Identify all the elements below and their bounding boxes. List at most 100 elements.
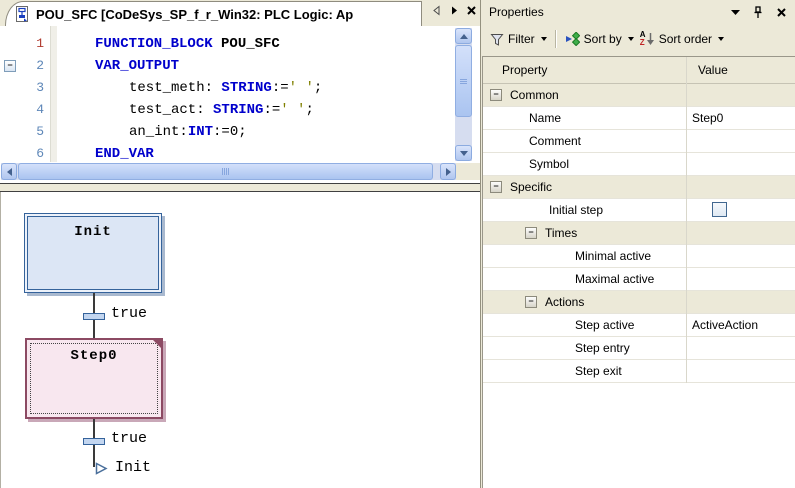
sort-by-icon: [565, 32, 580, 46]
line-number: 4: [18, 99, 44, 121]
filter-funnel-icon: [490, 33, 504, 46]
prop-label: Maximal active: [575, 272, 654, 286]
code-text: an_int:INT:=0;: [129, 121, 247, 143]
prop-label: Initial step: [549, 203, 603, 217]
tab-pou-sfc[interactable]: POU_SFC [CoDeSys_SP_f_r_Win32: PLC Logic…: [5, 1, 422, 26]
fold-collapse-icon[interactable]: −: [4, 60, 16, 72]
sfc-transition-1-label[interactable]: true: [111, 306, 147, 322]
code-line-3[interactable]: 3test_meth: STRING:=' ';: [0, 77, 450, 99]
prop-label: Specific: [510, 180, 552, 194]
properties-toolbar: Filter Sort by A Z: [481, 24, 795, 54]
prop-row-name[interactable]: NameStep0: [483, 107, 795, 130]
prop-label: Minimal active: [575, 249, 651, 263]
code-text: test_meth: STRING:=' ';: [129, 77, 322, 99]
prop-value[interactable]: Step0: [692, 111, 723, 125]
prop-label: Comment: [529, 134, 581, 148]
checkbox-initial-step[interactable]: [712, 202, 727, 217]
sfc-step-init[interactable]: Init: [24, 213, 162, 293]
sfc-transition-2-label[interactable]: true: [111, 431, 147, 447]
sfc-pou-icon: [14, 6, 30, 22]
prop-row-initial-step[interactable]: Initial step: [483, 199, 795, 222]
code-text: test_act: STRING:=' ';: [129, 99, 314, 121]
declaration-editor[interactable]: 1FUNCTION_BLOCK POU_SFC−2VAR_OUTPUT3test…: [0, 26, 480, 182]
sort-by-dropdown-caret: [628, 37, 634, 41]
collapse-icon-specific[interactable]: −: [490, 181, 502, 193]
horizontal-scroll-thumb[interactable]: [18, 163, 433, 180]
sfc-diagram-canvas[interactable]: Init true Step0 true Init: [0, 192, 479, 488]
tab-close-button[interactable]: [466, 5, 477, 16]
code-text: END_VAR: [95, 143, 154, 165]
editor-tab-bar: POU_SFC [CoDeSys_SP_f_r_Win32: PLC Logic…: [0, 0, 480, 26]
code-line-1[interactable]: 1FUNCTION_BLOCK POU_SFC: [0, 33, 450, 55]
sort-order-label: Sort order: [659, 32, 712, 46]
code-line-5[interactable]: 5 an_int:INT:=0;: [0, 121, 450, 143]
toolbar-separator: [555, 30, 557, 48]
sfc-connector-line: [93, 293, 95, 313]
prop-value[interactable]: ActiveAction: [692, 318, 758, 332]
prop-label: Step entry: [575, 341, 630, 355]
scrollbar-corner: [456, 163, 480, 180]
code-line-2[interactable]: −2VAR_OUTPUT: [0, 55, 450, 77]
prop-label: Times: [545, 226, 577, 240]
sort-order-dropdown-caret: [718, 37, 724, 41]
prop-row-symbol[interactable]: Symbol: [483, 153, 795, 176]
editor-horizontal-scrollbar[interactable]: [1, 163, 456, 180]
prop-row-step-active[interactable]: Step active ActiveAction: [483, 314, 795, 337]
scroll-right-button[interactable]: [440, 163, 456, 180]
column-divider[interactable]: [686, 57, 687, 383]
code-line-6[interactable]: 6END_VAR: [0, 143, 450, 165]
filter-label: Filter: [508, 32, 535, 46]
sfc-jump-arrow-icon[interactable]: [95, 462, 108, 475]
column-header-property[interactable]: Property: [502, 63, 547, 77]
tab-scroll-right-button[interactable]: [449, 5, 459, 16]
prop-row-specific[interactable]: −Specific: [483, 176, 795, 199]
sfc-transition-2[interactable]: [83, 438, 105, 445]
sfc-jump-target-label[interactable]: Init: [115, 460, 151, 476]
prop-row-step-exit[interactable]: Step exit: [483, 360, 795, 383]
editor-vertical-scrollbar[interactable]: [455, 28, 472, 161]
column-header-value[interactable]: Value: [698, 63, 728, 77]
scroll-left-button[interactable]: [1, 163, 17, 180]
prop-label: Common: [510, 88, 559, 102]
sfc-transition-1[interactable]: [83, 313, 105, 320]
sort-order-button[interactable]: A Z Sort order: [637, 30, 727, 49]
property-grid: Property Value −CommonNameStep0CommentSy…: [482, 56, 795, 488]
prop-row-minimal-active[interactable]: Minimal active: [483, 245, 795, 268]
sort-by-button[interactable]: Sort by: [562, 30, 637, 48]
properties-panel-header[interactable]: Properties: [481, 0, 795, 24]
prop-row-common[interactable]: −Common: [483, 84, 795, 107]
filter-dropdown-caret: [541, 37, 547, 41]
code-line-4[interactable]: 4 test_act: STRING:=' ';: [0, 99, 450, 121]
prop-row-maximal-active[interactable]: Maximal active: [483, 268, 795, 291]
property-grid-header[interactable]: Property Value: [483, 57, 795, 84]
action-corner-marker: [151, 338, 163, 350]
prop-label: Step exit: [575, 364, 622, 378]
prop-row-comment[interactable]: Comment: [483, 130, 795, 153]
editor-splitter-handle[interactable]: [0, 183, 480, 192]
code-text: FUNCTION_BLOCK POU_SFC: [95, 33, 280, 55]
sfc-step-init-label: Init: [74, 224, 112, 240]
scroll-down-button[interactable]: [455, 145, 472, 161]
prop-row-actions[interactable]: −Actions: [483, 291, 795, 314]
sfc-step-step0[interactable]: Step0: [25, 338, 163, 419]
collapse-icon-common[interactable]: −: [490, 89, 502, 101]
properties-panel: Properties Filter: [480, 0, 795, 488]
sort-by-label: Sort by: [584, 32, 622, 46]
prop-label: Step active: [575, 318, 634, 332]
scroll-up-button[interactable]: [455, 28, 472, 44]
close-icon[interactable]: [776, 7, 787, 18]
editor-pane: POU_SFC [CoDeSys_SP_f_r_Win32: PLC Logic…: [0, 0, 480, 488]
window-menu-icon[interactable]: [731, 9, 740, 15]
line-number: 5: [18, 121, 44, 143]
prop-label: Actions: [545, 295, 584, 309]
collapse-icon-actions[interactable]: −: [525, 296, 537, 308]
tab-scroll-left-button[interactable]: [432, 5, 442, 16]
vertical-scroll-thumb[interactable]: [455, 45, 472, 117]
prop-row-step-entry[interactable]: Step entry: [483, 337, 795, 360]
pin-icon[interactable]: [752, 6, 764, 19]
sfc-step-step0-label: Step0: [70, 348, 117, 364]
collapse-icon-times[interactable]: −: [525, 227, 537, 239]
panel-title: Properties: [489, 5, 731, 19]
prop-row-times[interactable]: −Times: [483, 222, 795, 245]
filter-button[interactable]: Filter: [487, 30, 550, 48]
